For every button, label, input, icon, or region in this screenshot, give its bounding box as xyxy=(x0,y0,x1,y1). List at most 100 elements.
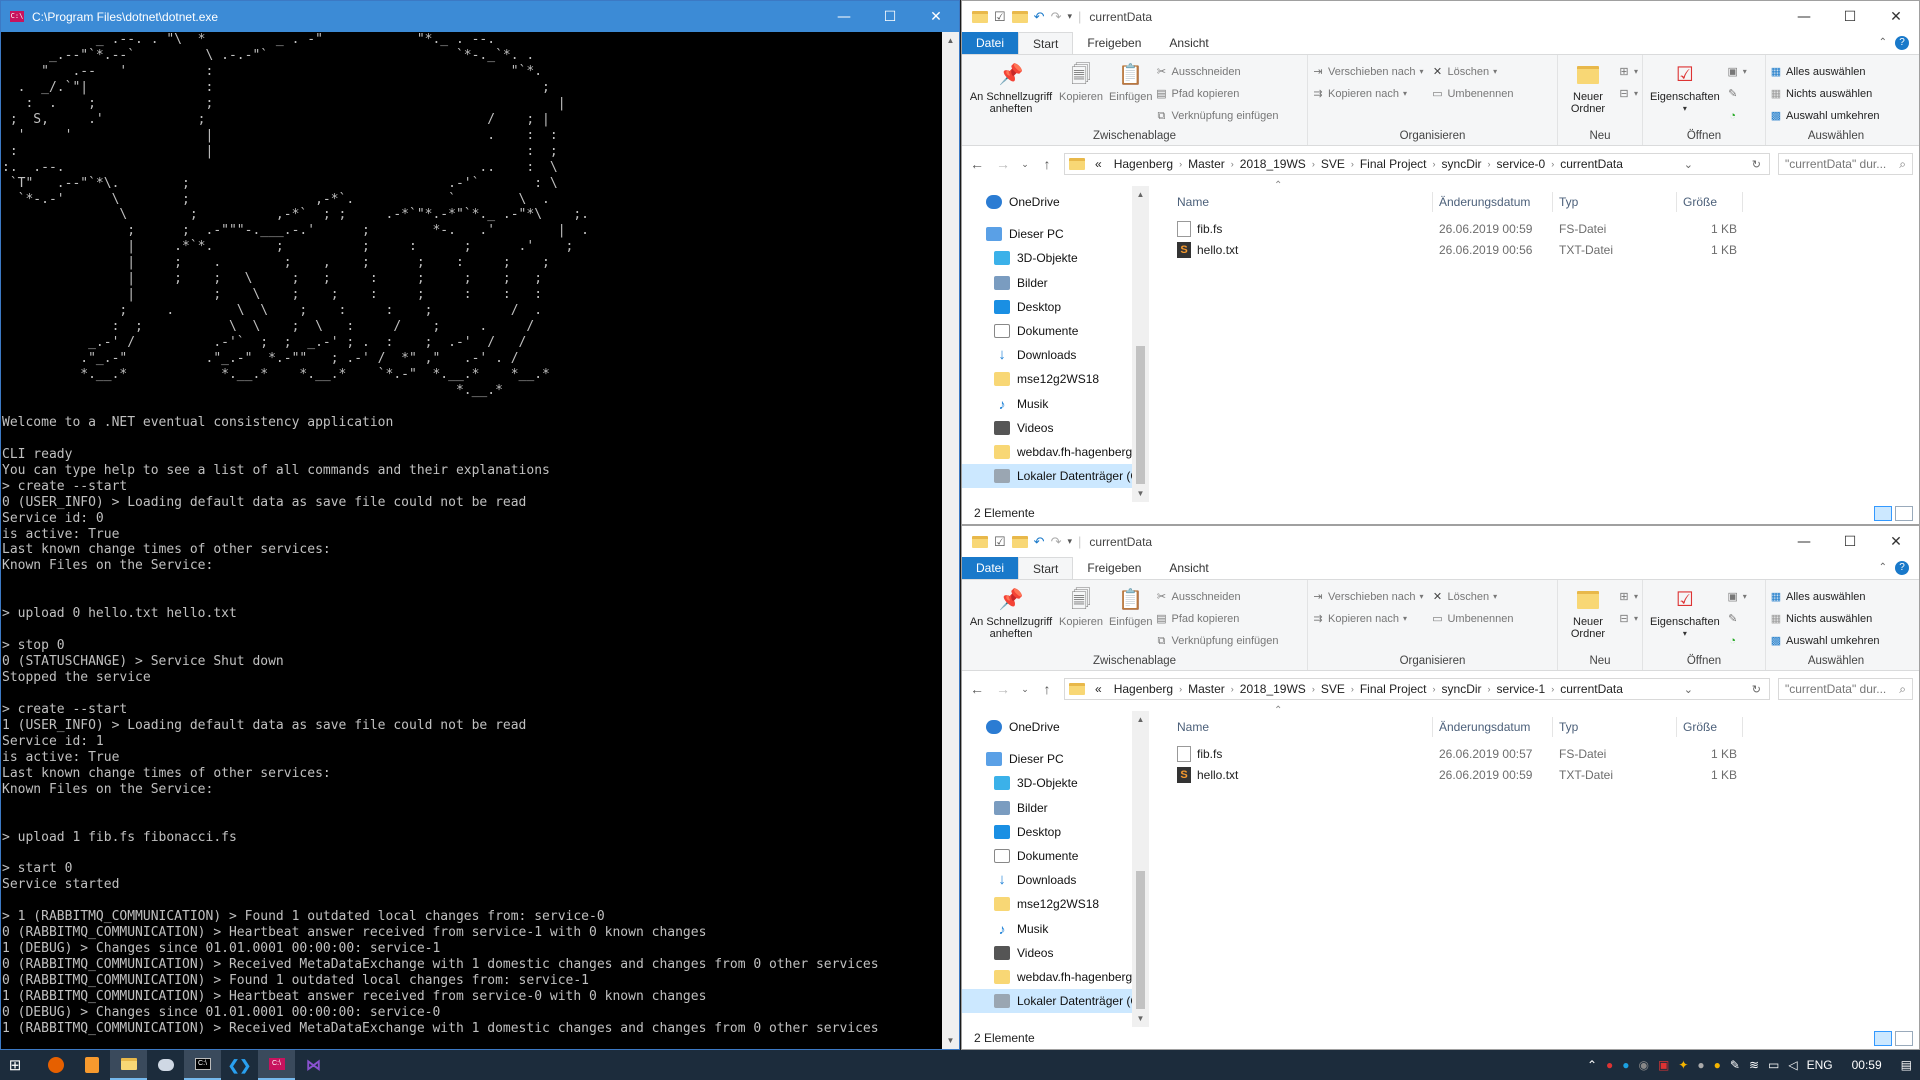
minimize-button[interactable]: — xyxy=(1781,1,1827,32)
address-dropdown-icon[interactable]: ⌄ xyxy=(1680,158,1697,171)
customize-quick-access-icon[interactable]: ▾ xyxy=(1067,536,1072,547)
scroll-down-icon[interactable]: ▼ xyxy=(1132,485,1149,502)
details-view-icon[interactable] xyxy=(1874,1030,1892,1046)
nav-this-pc[interactable]: Dieser PC xyxy=(962,222,1149,246)
close-button[interactable]: ✕ xyxy=(1873,1,1919,32)
address-dropdown-icon[interactable]: ⌄ xyxy=(1680,683,1697,696)
visual-studio-icon[interactable]: ⋈ xyxy=(295,1050,332,1080)
refresh-icon[interactable]: ↻ xyxy=(1748,158,1765,171)
nav-local-disk[interactable]: Lokaler Datenträger (C:) xyxy=(962,989,1149,1014)
file-list[interactable]: ⌃ Name Änderungsdatum Typ Größe fib.fs 26… xyxy=(1149,180,1919,502)
tab-share[interactable]: Freigeben xyxy=(1073,32,1155,54)
new-folder-quick-icon[interactable] xyxy=(1011,535,1028,548)
up-icon[interactable]: ↑ xyxy=(1038,681,1056,697)
help-icon[interactable]: ? xyxy=(1895,561,1909,575)
pen-icon[interactable]: ✎ xyxy=(1730,1058,1740,1072)
new-item-icon[interactable]: ⊞ ▾ xyxy=(1618,62,1638,81)
new-folder-quick-icon[interactable] xyxy=(1011,10,1028,23)
column-type[interactable]: Typ xyxy=(1553,717,1677,737)
tab-file[interactable]: Datei xyxy=(962,32,1019,54)
breadcrumb-item[interactable]: Hagenberg xyxy=(1108,682,1179,696)
nav-downloads[interactable]: ↓ Downloads xyxy=(962,868,1149,892)
nav-pictures[interactable]: Bilder xyxy=(962,271,1149,295)
nav-folder-mse[interactable]: mse12g2WS18 xyxy=(962,367,1149,391)
file-row[interactable]: Shello.txt 26.06.2019 00:56 TXT-Datei 1 KB xyxy=(1171,239,1919,260)
console-titlebar[interactable]: C:\ C:\Program Files\dotnet\dotnet.exe —… xyxy=(1,1,959,32)
breadcrumb-item[interactable]: « xyxy=(1089,682,1108,696)
tray-app-icon[interactable]: ● xyxy=(1697,1058,1704,1072)
explorer-window-service-0[interactable]: ☑ ↶ ↷ ▾ | currentData — ☐ ✕ Datei Start … xyxy=(961,0,1920,525)
large-icons-view-icon[interactable] xyxy=(1895,505,1913,521)
details-view-icon[interactable] xyxy=(1874,505,1892,521)
copy-to-button[interactable]: ⇉ Kopieren nach ▾ xyxy=(1312,84,1423,103)
address-bar[interactable]: «Hagenberg › Master › 2018_19WS › SVE › Final Pr… xyxy=(1064,678,1770,700)
nav-downloads[interactable]: ↓ Downloads xyxy=(962,343,1149,367)
app-icon[interactable] xyxy=(147,1050,184,1080)
notifications-icon[interactable]: ▤ xyxy=(1901,1058,1912,1072)
volume-icon[interactable]: ◁ xyxy=(1788,1058,1797,1072)
breadcrumb-item[interactable]: syncDir xyxy=(1436,682,1488,696)
open-icon[interactable]: ▣ ▾ xyxy=(1727,62,1747,81)
scroll-down-icon[interactable]: ▼ xyxy=(1132,1010,1149,1027)
forward-icon[interactable]: → xyxy=(994,681,1012,697)
paste-shortcut-button[interactable]: ⧉ Verknüpfung einfügen xyxy=(1155,106,1279,125)
vscode-icon[interactable]: ❮❯ xyxy=(221,1050,258,1080)
navigation-pane[interactable]: OneDrive Dieser PC 3D-Objekte Bilder Des… xyxy=(962,711,1149,1027)
column-date[interactable]: Änderungsdatum xyxy=(1433,717,1553,737)
show-hidden-icons-icon[interactable]: ⌃ xyxy=(1587,1058,1597,1072)
undo-icon[interactable]: ↶ xyxy=(1034,534,1045,550)
explorer-window-service-1[interactable]: ☑ ↶ ↷ ▾ | currentData — ☐ ✕ Datei Start … xyxy=(961,525,1920,1050)
select-all-button[interactable]: ▦ Alles auswählen xyxy=(1770,62,1880,81)
cut-button[interactable]: ✂ Ausschneiden xyxy=(1155,62,1278,81)
console-window[interactable]: C:\ C:\Program Files\dotnet\dotnet.exe —… xyxy=(0,0,960,1050)
move-to-button[interactable]: ⇥ Verschieben nach ▾ xyxy=(1312,587,1423,606)
minimize-button[interactable]: — xyxy=(1781,526,1827,557)
tray-app-icon[interactable]: ✦ xyxy=(1678,1058,1688,1072)
redo-icon[interactable]: ↷ xyxy=(1051,9,1062,25)
breadcrumb-item[interactable]: syncDir xyxy=(1436,157,1488,171)
tray-app-icon[interactable]: ● xyxy=(1714,1058,1721,1072)
nav-music[interactable]: ♪ Musik xyxy=(962,917,1149,941)
firefox-icon[interactable] xyxy=(38,1050,73,1080)
file-explorer-icon[interactable] xyxy=(110,1050,147,1080)
breadcrumb-item[interactable]: Hagenberg xyxy=(1108,157,1179,171)
history-icon[interactable]: ◔ xyxy=(1727,106,1747,125)
tab-start[interactable]: Start xyxy=(1018,32,1074,54)
maximize-button[interactable]: ☐ xyxy=(867,1,913,32)
console-scrollbar[interactable]: ▲ ▼ xyxy=(942,32,959,1049)
console-output[interactable]: _ .--. . "\ * _ . -" "*._ . --. _.--"`*.… xyxy=(1,32,942,1049)
select-none-button[interactable]: ▦ Nichts auswählen xyxy=(1770,84,1880,103)
column-size[interactable]: Größe xyxy=(1677,717,1743,737)
maximize-button[interactable]: ☐ xyxy=(1827,526,1873,557)
breadcrumb-item[interactable]: SVE xyxy=(1315,682,1351,696)
wifi-icon[interactable]: ≋ xyxy=(1749,1058,1759,1072)
nav-local-disk[interactable]: Lokaler Datenträger (C:) xyxy=(962,464,1149,489)
nav-this-pc[interactable]: Dieser PC xyxy=(962,747,1149,771)
rename-button[interactable]: ▭ Umbenennen xyxy=(1431,609,1513,628)
nav-scrollbar[interactable]: ▲ ▼ xyxy=(1132,711,1149,1027)
refresh-icon[interactable]: ↻ xyxy=(1748,683,1765,696)
help-icon[interactable]: ? xyxy=(1895,36,1909,50)
move-to-button[interactable]: ⇥ Verschieben nach ▾ xyxy=(1312,62,1423,81)
history-icon[interactable]: ◔ xyxy=(1727,631,1747,650)
easy-access-icon[interactable]: ⊟ ▾ xyxy=(1618,609,1638,628)
nav-webdav[interactable]: webdav.fh-hagenberg.at xyxy=(962,440,1149,464)
column-type[interactable]: Typ xyxy=(1553,192,1677,212)
scroll-up-icon[interactable]: ▲ xyxy=(1132,186,1149,203)
nav-webdav[interactable]: webdav.fh-hagenberg.at xyxy=(962,965,1149,989)
breadcrumb-item[interactable]: service-1 xyxy=(1491,682,1552,696)
close-button[interactable]: ✕ xyxy=(1873,526,1919,557)
tab-view[interactable]: Ansicht xyxy=(1155,557,1222,579)
column-name[interactable]: Name xyxy=(1171,192,1433,212)
nav-desktop[interactable]: Desktop xyxy=(962,295,1149,319)
breadcrumb-item[interactable]: Final Project xyxy=(1354,682,1433,696)
column-name[interactable]: Name xyxy=(1171,717,1433,737)
network-icon[interactable]: ▭ xyxy=(1768,1058,1779,1072)
explorer-titlebar[interactable]: ☑ ↶ ↷ ▾ | currentData — ☐ ✕ xyxy=(962,526,1919,557)
dotnet-console-icon[interactable]: C:\ xyxy=(258,1050,295,1080)
undo-icon[interactable]: ↶ xyxy=(1034,9,1045,25)
nav-desktop[interactable]: Desktop xyxy=(962,820,1149,844)
breadcrumb-item[interactable]: Final Project xyxy=(1354,157,1433,171)
edit-icon[interactable]: ✎ xyxy=(1727,84,1747,103)
back-icon[interactable]: ← xyxy=(968,681,986,697)
